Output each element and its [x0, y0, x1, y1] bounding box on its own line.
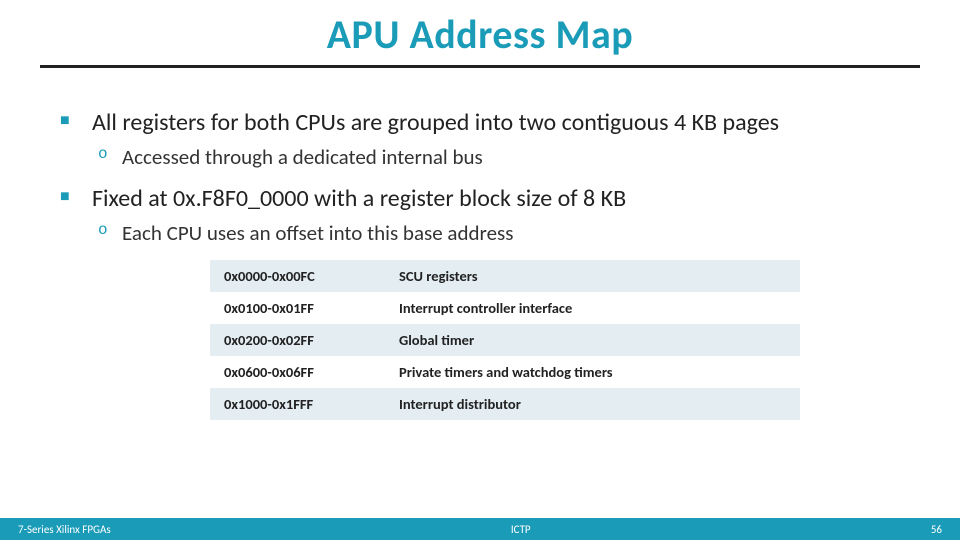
table-row: 0x0000-0x00FC SCU registers	[210, 260, 800, 292]
bullet-1-sub-1: Accessed through a dedicated internal bu…	[92, 144, 900, 170]
slide-content: All registers for both CPUs are grouped …	[0, 68, 960, 420]
table-row: 0x1000-0x1FFF Interrupt distributor	[210, 388, 800, 420]
addr-cell: 0x1000-0x1FFF	[210, 388, 385, 420]
bullet-1: All registers for both CPUs are grouped …	[60, 108, 900, 170]
desc-cell: Interrupt controller interface	[385, 292, 800, 324]
bullet-2-sub-1: Each CPU uses an offset into this base a…	[92, 220, 900, 246]
desc-cell: SCU registers	[385, 260, 800, 292]
footer-left: 7-Series Xilinx FPGAs	[0, 523, 111, 536]
desc-cell: Interrupt distributor	[385, 388, 800, 420]
footer-center: ICTP	[111, 523, 931, 536]
desc-cell: Private timers and watchdog timers	[385, 356, 800, 388]
table-row: 0x0100-0x01FF Interrupt controller inter…	[210, 292, 800, 324]
desc-cell: Global timer	[385, 324, 800, 356]
address-table: 0x0000-0x00FC SCU registers 0x0100-0x01F…	[210, 260, 800, 420]
addr-cell: 0x0100-0x01FF	[210, 292, 385, 324]
addr-cell: 0x0000-0x00FC	[210, 260, 385, 292]
bullet-2: Fixed at 0x.F8F0_0000 with a register bl…	[60, 184, 900, 246]
table-row: 0x0600-0x06FF Private timers and watchdo…	[210, 356, 800, 388]
bullet-list: All registers for both CPUs are grouped …	[60, 108, 900, 246]
bullet-2-text: Fixed at 0x.F8F0_0000 with a register bl…	[92, 184, 900, 214]
addr-cell: 0x0600-0x06FF	[210, 356, 385, 388]
footer-bar: 7-Series Xilinx FPGAs ICTP 56	[0, 518, 960, 540]
table-row: 0x0200-0x02FF Global timer	[210, 324, 800, 356]
slide: APU Address Map All registers for both C…	[0, 0, 960, 540]
footer-right: 56	[931, 523, 960, 536]
slide-title: APU Address Map	[0, 0, 960, 65]
bullet-1-text: All registers for both CPUs are grouped …	[92, 108, 900, 138]
addr-cell: 0x0200-0x02FF	[210, 324, 385, 356]
